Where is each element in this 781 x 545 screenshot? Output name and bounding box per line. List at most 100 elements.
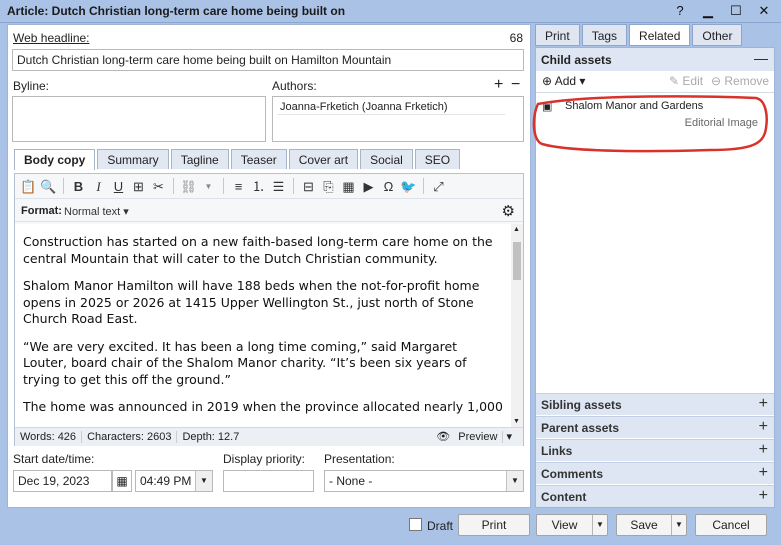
window-titlebar: Article: Dutch Christian long-term care … bbox=[0, 0, 781, 23]
child-assets-toolbar: ⊕ Add ▾ ✎ Edit ⊖ Remove bbox=[536, 71, 774, 93]
child-assets-header[interactable]: Child assets — bbox=[536, 48, 774, 71]
editor-scrollbar[interactable]: ▲ ▼ bbox=[511, 224, 523, 427]
draft-checkbox[interactable] bbox=[409, 518, 422, 531]
body-copy-text[interactable]: Construction has started on a new faith-… bbox=[15, 224, 513, 427]
chevron-down-icon[interactable]: ▼ bbox=[195, 471, 212, 491]
comments-section[interactable]: Comments + bbox=[536, 462, 774, 484]
special-char-icon[interactable]: Ω bbox=[380, 178, 397, 195]
tab-teaser[interactable]: Teaser bbox=[230, 149, 287, 169]
save-button[interactable]: Save ▼ bbox=[616, 514, 687, 536]
format-row: Format: Normal text ▾ ⚙ bbox=[15, 200, 523, 222]
web-headline-input[interactable]: Dutch Christian long-term care home bein… bbox=[12, 49, 524, 71]
numbered-list-icon[interactable]: ⒈ bbox=[250, 178, 267, 195]
tab-social[interactable]: Social bbox=[360, 149, 413, 169]
side-tabs: Print Tags Related Other bbox=[535, 24, 744, 46]
chevron-down-icon[interactable]: ▼ bbox=[671, 515, 686, 535]
gear-icon[interactable]: ⚙ bbox=[502, 202, 515, 220]
display-priority-input[interactable] bbox=[223, 470, 314, 492]
depth-value: Depth: 12.7 bbox=[182, 431, 240, 443]
annotation-circle bbox=[532, 95, 768, 153]
chevron-down-icon[interactable]: ▼ bbox=[506, 471, 523, 491]
scroll-up-icon[interactable]: ▲ bbox=[513, 226, 520, 233]
byline-label: Byline: bbox=[13, 79, 50, 93]
table-icon[interactable]: ▦ bbox=[340, 178, 357, 195]
expand-icon[interactable]: + bbox=[759, 395, 768, 413]
print-button[interactable]: Print bbox=[458, 514, 530, 536]
close-icon[interactable]: ✕ bbox=[757, 3, 771, 19]
link-icon[interactable]: ⛓ bbox=[180, 178, 197, 195]
editor-tabs: Body copy Summary Tagline Teaser Cover a… bbox=[14, 149, 462, 170]
add-asset-button[interactable]: ⊕ Add ▾ bbox=[542, 74, 585, 88]
underline-icon[interactable]: U bbox=[110, 178, 127, 195]
fullscreen-icon[interactable]: ⤢ bbox=[430, 178, 447, 195]
chevron-down-icon[interactable]: ▼ bbox=[592, 515, 607, 535]
tab-other[interactable]: Other bbox=[692, 24, 743, 46]
tab-related[interactable]: Related bbox=[629, 24, 691, 46]
cut-icon[interactable]: ✂ bbox=[150, 178, 167, 195]
view-button[interactable]: View ▼ bbox=[536, 514, 608, 536]
chevron-down-icon[interactable]: ▼ bbox=[200, 178, 217, 195]
related-panel: Child assets — ⊕ Add ▾ ✎ Edit ⊖ Remove ▣… bbox=[532, 47, 775, 508]
rich-text-editor: 📋 🔍 B I U ⊞ ✂ ⛓ ▼ ≡ ⒈ ☰ ⊟ ⎘ ▦ ▶ Ω 🐦 ⤢ Fo… bbox=[14, 173, 524, 446]
time-select[interactable]: 04:49 PM ▼ bbox=[135, 470, 213, 492]
minimize-icon[interactable]: ▁ bbox=[701, 3, 715, 19]
find-replace-icon[interactable]: 🔍 bbox=[40, 178, 57, 195]
body-paragraph: Shalom Manor Hamilton will have 188 beds… bbox=[23, 278, 480, 326]
remove-asset-button[interactable]: ⊖ Remove bbox=[711, 74, 769, 88]
tab-body-copy[interactable]: Body copy bbox=[14, 149, 96, 170]
author-item[interactable]: Joanna-Frketich (Joanna Frketich) bbox=[277, 100, 505, 115]
tab-seo[interactable]: SEO bbox=[414, 149, 461, 169]
presentation-label: Presentation: bbox=[324, 452, 395, 466]
help-icon[interactable]: ? bbox=[673, 3, 687, 19]
byline-input[interactable] bbox=[12, 96, 266, 142]
collapse-icon[interactable]: — bbox=[754, 50, 768, 66]
add-author-icon[interactable]: + bbox=[494, 76, 503, 94]
insert-special-icon[interactable]: ⊞ bbox=[130, 178, 147, 195]
bold-icon[interactable]: B bbox=[70, 178, 87, 195]
tab-summary[interactable]: Summary bbox=[97, 149, 169, 169]
align-icon[interactable]: ≡ bbox=[230, 178, 247, 195]
side-panel: Print Tags Related Other Child assets — … bbox=[532, 24, 775, 508]
character-count: Characters: 2603 bbox=[82, 431, 178, 443]
presentation-select[interactable]: - None - ▼ bbox=[324, 470, 524, 492]
tab-tags[interactable]: Tags bbox=[581, 24, 628, 46]
tab-tagline[interactable]: Tagline bbox=[170, 149, 229, 169]
sibling-assets-section[interactable]: Sibling assets + bbox=[536, 393, 774, 415]
expand-icon[interactable]: + bbox=[759, 418, 768, 436]
body-paragraph: The home was announced in 2019 when the … bbox=[23, 399, 503, 414]
expand-icon[interactable]: + bbox=[759, 487, 768, 505]
maximize-icon[interactable]: ☐ bbox=[729, 3, 743, 19]
scroll-down-icon[interactable]: ▼ bbox=[513, 418, 520, 425]
italic-icon[interactable]: I bbox=[90, 178, 107, 195]
tab-print[interactable]: Print bbox=[535, 24, 580, 46]
scrollbar-thumb[interactable] bbox=[513, 242, 521, 280]
edit-asset-button[interactable]: ✎ Edit bbox=[669, 74, 703, 88]
calendar-icon[interactable]: ▦ bbox=[112, 470, 132, 492]
links-section[interactable]: Links + bbox=[536, 439, 774, 461]
content-section[interactable]: Content + bbox=[536, 485, 774, 507]
parent-assets-section[interactable]: Parent assets + bbox=[536, 416, 774, 438]
authors-list: Joanna-Frketich (Joanna Frketich) bbox=[272, 96, 524, 142]
expand-icon[interactable]: + bbox=[759, 441, 768, 459]
page-break-icon[interactable]: ⎘ bbox=[320, 178, 337, 195]
format-select[interactable]: Normal text ▾ bbox=[64, 205, 129, 218]
date-input[interactable]: Dec 19, 2023 bbox=[13, 470, 112, 492]
cancel-button[interactable]: Cancel bbox=[695, 514, 767, 536]
toolbar-divider bbox=[63, 178, 64, 194]
web-headline-char-count: 68 bbox=[509, 31, 523, 45]
video-icon[interactable]: ▶ bbox=[360, 178, 377, 195]
start-datetime-label: Start date/time: bbox=[13, 452, 95, 466]
web-headline-label: Web headline: bbox=[13, 31, 90, 45]
paste-icon[interactable]: 📋 bbox=[20, 178, 37, 195]
horizontal-rule-icon[interactable]: ⊟ bbox=[300, 178, 317, 195]
window-title: Article: Dutch Christian long-term care … bbox=[7, 4, 346, 18]
expand-icon[interactable]: + bbox=[759, 464, 768, 482]
toolbar-divider bbox=[173, 178, 174, 194]
editor-toolbar: 📋 🔍 B I U ⊞ ✂ ⛓ ▼ ≡ ⒈ ☰ ⊟ ⎘ ▦ ▶ Ω 🐦 ⤢ bbox=[15, 174, 523, 199]
remove-author-icon[interactable]: − bbox=[511, 76, 520, 94]
tab-cover-art[interactable]: Cover art bbox=[288, 149, 359, 169]
preview-button[interactable]: 👁 Preview ▾ bbox=[431, 430, 517, 443]
bullet-list-icon[interactable]: ☰ bbox=[270, 178, 287, 195]
toolbar-divider bbox=[223, 178, 224, 194]
twitter-icon[interactable]: 🐦 bbox=[400, 178, 417, 195]
